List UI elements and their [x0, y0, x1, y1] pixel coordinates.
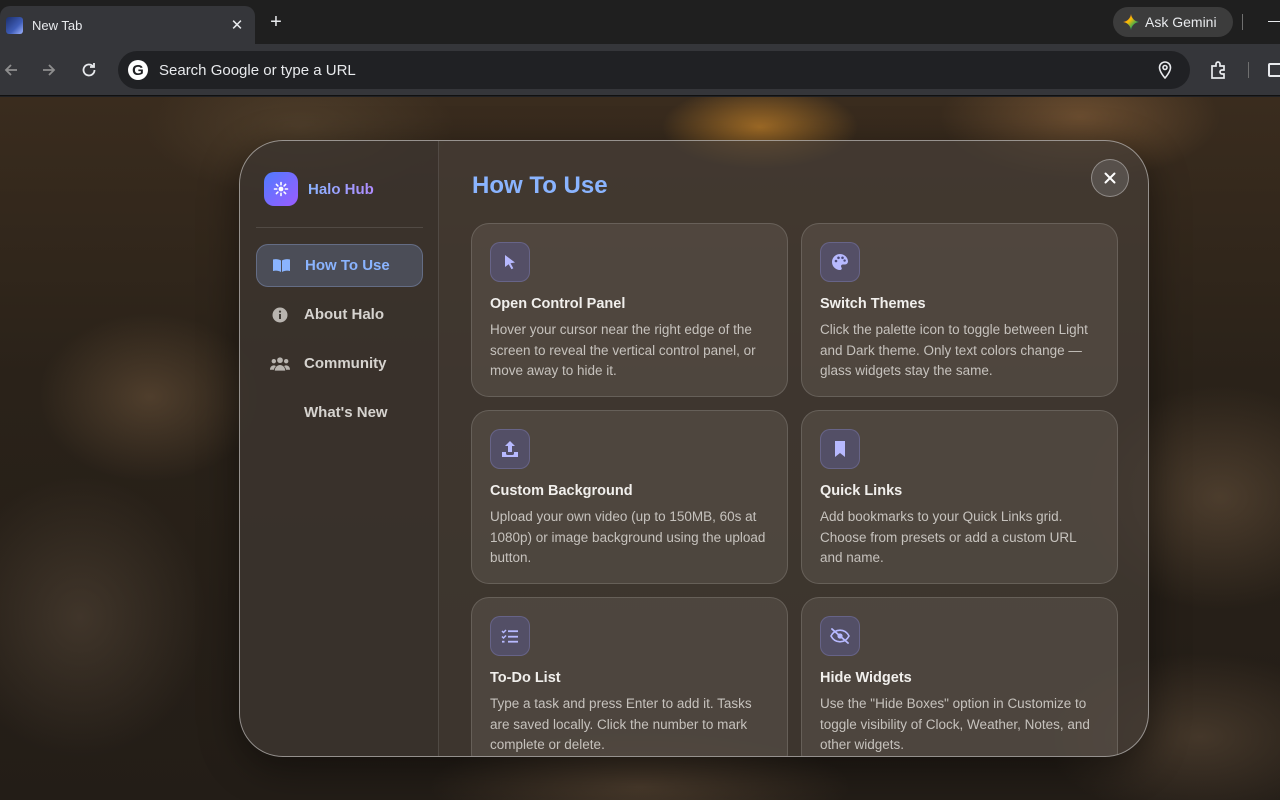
sidebar-item-label: Community	[304, 355, 387, 372]
card-title: Switch Themes	[820, 296, 926, 312]
close-button[interactable]	[1091, 159, 1129, 197]
side-panel-icon[interactable]	[1268, 63, 1280, 77]
halo-hub-modal: Halo Hub How To Use About Halo Community…	[239, 140, 1149, 757]
ask-gemini-label: Ask Gemini	[1145, 14, 1217, 30]
tab-favicon-icon	[6, 16, 23, 34]
new-tab-button[interactable]: +	[264, 10, 288, 34]
sidebar-item-how-to-use[interactable]: How To Use	[256, 244, 423, 287]
halo-logo-icon	[264, 172, 298, 206]
card-quick-links: Quick Links Add bookmarks to your Quick …	[801, 410, 1118, 584]
card-switch-themes: Switch Themes Click the palette icon to …	[801, 223, 1118, 397]
sidebar-nav: How To Use About Halo Community What's N…	[256, 244, 423, 440]
card-description: Add bookmarks to your Quick Links grid. …	[820, 509, 1077, 565]
info-icon	[270, 306, 290, 324]
brand-name: Halo Hub	[308, 180, 374, 198]
tab-strip: New Tab ✕ + Ask Gemini	[0, 0, 1280, 44]
card-description: Type a task and press Enter to add it. T…	[490, 696, 752, 752]
sidebar-divider	[256, 227, 423, 228]
sidebar-item-whats-new[interactable]: What's New	[256, 391, 423, 434]
card-title: To-Do List	[490, 670, 561, 686]
upload-icon	[490, 429, 530, 469]
minimize-icon[interactable]	[1268, 21, 1280, 22]
browser-toolbar: G Search Google or type a URL	[0, 44, 1280, 96]
brand: Halo Hub	[264, 172, 374, 206]
book-icon	[271, 257, 291, 275]
tab-title: New Tab	[32, 17, 83, 33]
modal-content: How To Use Open Control Panel Hover your…	[440, 141, 1148, 756]
extensions-puzzle-icon[interactable]	[1208, 59, 1230, 81]
omnibox-placeholder: Search Google or type a URL	[159, 61, 356, 79]
checklist-icon	[490, 616, 530, 656]
card-description: Hover your cursor near the right edge of…	[490, 322, 756, 378]
back-icon[interactable]	[0, 59, 22, 81]
close-icon	[1104, 172, 1116, 184]
sidebar-item-about-halo[interactable]: About Halo	[256, 293, 423, 336]
card-title: Hide Widgets	[820, 670, 912, 686]
sidebar-item-label: About Halo	[304, 306, 384, 323]
card-to-do-list: To-Do List Type a task and press Enter t…	[471, 597, 788, 756]
forward-icon[interactable]	[38, 59, 60, 81]
location-pin-icon[interactable]	[1152, 57, 1178, 83]
sidebar-item-label: How To Use	[305, 257, 390, 274]
card-title: Open Control Panel	[490, 296, 626, 312]
card-title: Quick Links	[820, 483, 903, 499]
reload-icon[interactable]	[78, 59, 100, 81]
modal-sidebar: Halo Hub How To Use About Halo Community…	[240, 141, 439, 756]
gemini-star-icon	[1123, 14, 1139, 30]
card-description: Use the "Hide Boxes" option in Customize…	[820, 696, 1090, 752]
page-title: How To Use	[472, 172, 608, 199]
toolbar-divider	[1248, 62, 1249, 78]
card-hide-widgets: Hide Widgets Use the "Hide Boxes" option…	[801, 597, 1118, 756]
ask-gemini-button[interactable]: Ask Gemini	[1113, 7, 1233, 37]
address-bar[interactable]: G Search Google or type a URL	[118, 51, 1190, 89]
tab-new-tab[interactable]: New Tab ✕	[0, 6, 255, 44]
users-icon	[270, 355, 290, 373]
card-open-control-panel: Open Control Panel Hover your cursor nea…	[471, 223, 788, 397]
card-description: Click the palette icon to toggle between…	[820, 322, 1088, 378]
whats-new-icon	[270, 404, 290, 422]
tabstrip-divider	[1242, 14, 1243, 30]
card-custom-background: Custom Background Upload your own video …	[471, 410, 788, 584]
card-description: Upload your own video (up to 150MB, 60s …	[490, 509, 766, 565]
palette-icon	[820, 242, 860, 282]
bookmark-icon	[820, 429, 860, 469]
eye-slash-icon	[820, 616, 860, 656]
card-title: Custom Background	[490, 483, 633, 499]
cursor-icon	[490, 242, 530, 282]
tab-close-icon[interactable]: ✕	[227, 15, 247, 35]
google-g-icon: G	[128, 60, 148, 80]
sidebar-item-community[interactable]: Community	[256, 342, 423, 385]
sidebar-item-label: What's New	[304, 404, 388, 421]
